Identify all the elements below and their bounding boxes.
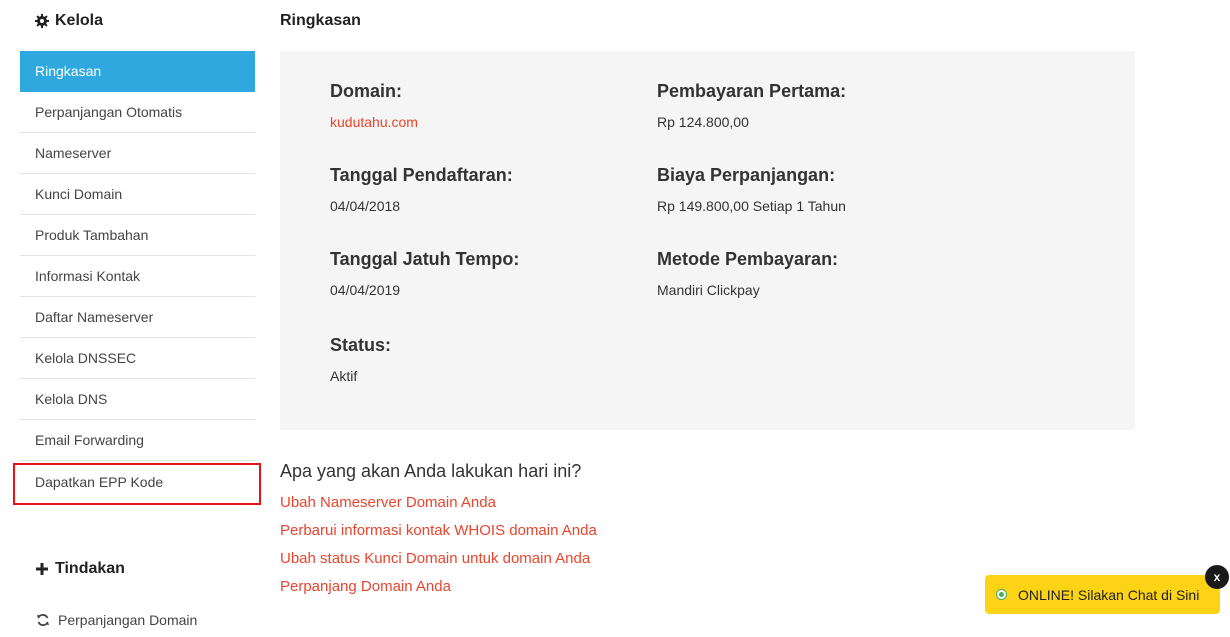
payment-method-label: Metode Pembayaran:	[657, 249, 839, 269]
change-lock-status-link[interactable]: Ubah status Kunci Domain untuk domain An…	[280, 550, 597, 578]
todo-links: Ubah Nameserver Domain Anda Perbarui inf…	[280, 494, 597, 606]
update-whois-link[interactable]: Perbarui informasi kontak WHOIS domain A…	[280, 522, 597, 550]
payment-method-field: Metode Pembayaran: Mandiri Clickpay	[657, 249, 838, 298]
renew-domain-label: Perpanjangan Domain	[58, 612, 198, 628]
renewal-fee-field: Biaya Perpanjangan: Rp 149.800,00 Setiap…	[657, 165, 846, 214]
manage-heading-label: Kelola	[55, 12, 104, 29]
renew-domain-link[interactable]: Perpanjang Domain Anda	[280, 578, 597, 606]
domain-field: Domain: kudutahu.com	[330, 81, 418, 130]
first-payment-field: Pembayaran Pertama: Rp 124.800,00	[657, 81, 846, 130]
sidebar-item-addons[interactable]: Produk Tambahan	[20, 215, 255, 256]
domain-link[interactable]: kudutahu.com	[330, 114, 418, 130]
sidebar-item-register-nameserver[interactable]: Daftar Nameserver	[20, 297, 255, 338]
refresh-icon	[36, 613, 50, 627]
sidebar-item-epp-code[interactable]: Dapatkan EPP Kode	[20, 461, 255, 502]
summary-panel: Domain: kudutahu.com Tanggal Pendaftaran…	[280, 51, 1135, 430]
status-field: Status: Aktif	[330, 335, 391, 384]
sidebar-menu: Ringkasan Perpanjangan Otomatis Nameserv…	[20, 51, 255, 502]
renew-domain-action[interactable]: Perpanjangan Domain	[36, 612, 197, 628]
first-payment-value: Rp 124.800,00	[657, 114, 749, 130]
chat-close-button[interactable]: x	[1205, 565, 1229, 589]
sidebar-item-contact-info[interactable]: Informasi Kontak	[20, 256, 255, 297]
chat-widget-label: ONLINE! Silakan Chat di Sini	[1018, 586, 1200, 603]
plus-icon	[35, 562, 49, 576]
status-value: Aktif	[330, 368, 358, 384]
online-status-icon	[997, 590, 1006, 599]
status-label: Status:	[330, 335, 392, 355]
registration-date-field: Tanggal Pendaftaran: 04/04/2018	[330, 165, 513, 214]
due-date-label: Tanggal Jatuh Tempo:	[330, 249, 520, 269]
sidebar-item-dnssec[interactable]: Kelola DNSSEC	[20, 338, 255, 379]
sidebar-item-summary[interactable]: Ringkasan	[20, 51, 255, 92]
registration-date-value: 04/04/2018	[330, 198, 401, 214]
todo-heading: Apa yang akan Anda lakukan hari ini?	[280, 461, 582, 481]
sidebar-item-email-forwarding[interactable]: Email Forwarding	[20, 420, 255, 461]
sidebar-item-domain-lock[interactable]: Kunci Domain	[20, 174, 255, 215]
actions-heading: Tindakan	[35, 560, 125, 578]
sidebar-item-auto-renew[interactable]: Perpanjangan Otomatis	[20, 92, 255, 133]
domain-label: Domain:	[330, 81, 402, 101]
first-payment-label: Pembayaran Pertama:	[657, 81, 847, 101]
due-date-value: 04/04/2019	[330, 282, 401, 298]
manage-heading: Kelola	[35, 12, 103, 30]
sidebar-item-nameserver[interactable]: Nameserver	[20, 133, 255, 174]
renewal-fee-value: Rp 149.800,00 Setiap 1 Tahun	[657, 198, 846, 214]
registration-date-label: Tanggal Pendaftaran:	[330, 165, 513, 185]
chat-widget-button[interactable]: ONLINE! Silakan Chat di Sini	[985, 575, 1220, 614]
sidebar-item-dns[interactable]: Kelola DNS	[20, 379, 255, 420]
change-nameserver-link[interactable]: Ubah Nameserver Domain Anda	[280, 494, 597, 522]
page-title: Ringkasan	[280, 12, 361, 29]
renewal-fee-label: Biaya Perpanjangan:	[657, 165, 836, 185]
payment-method-value: Mandiri Clickpay	[657, 282, 760, 298]
actions-heading-label: Tindakan	[55, 560, 125, 577]
due-date-field: Tanggal Jatuh Tempo: 04/04/2019	[330, 249, 519, 298]
gear-icon	[35, 14, 49, 28]
